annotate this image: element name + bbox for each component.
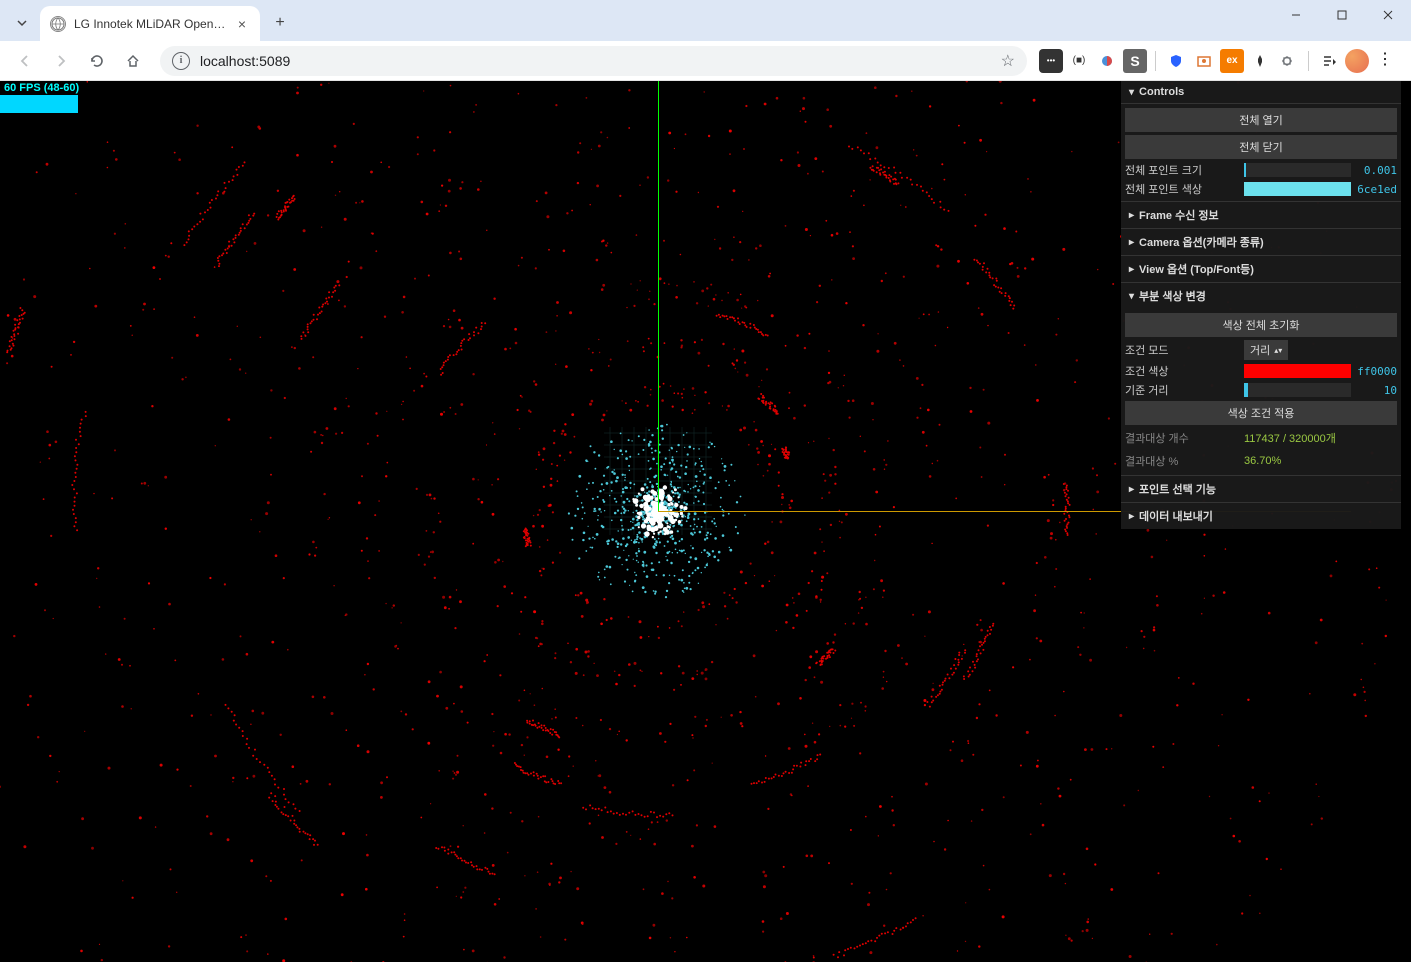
- cond-mode-value: 거리: [1250, 342, 1270, 358]
- new-tab-button[interactable]: +: [266, 9, 294, 37]
- browser-tab-bar: LG Innotek MLiDAR OpenGL V × +: [0, 0, 1411, 41]
- section-label: 데이터 내보내기: [1139, 508, 1213, 524]
- lidar-viewport[interactable]: 60 FPS (48-60) ▾ Controls 전체 열기 전체 닫기 전체…: [0, 81, 1411, 962]
- reload-button[interactable]: [82, 46, 112, 76]
- ref-dist-slider[interactable]: [1244, 383, 1351, 397]
- extension-icon[interactable]: [1192, 49, 1216, 73]
- fps-bar: [0, 95, 78, 113]
- point-color-swatch[interactable]: [1244, 182, 1351, 196]
- window-minimize-button[interactable]: [1273, 0, 1319, 30]
- site-info-icon[interactable]: i: [172, 52, 190, 70]
- cond-color-label: 조건 색상: [1125, 363, 1240, 379]
- extensions-puzzle-icon[interactable]: [1276, 49, 1300, 73]
- cond-color-swatch[interactable]: [1244, 364, 1351, 378]
- section-label: View 옵션 (Top/Font등): [1139, 261, 1254, 277]
- window-maximize-button[interactable]: [1319, 0, 1365, 30]
- point-size-label: 전체 포인트 크기: [1125, 162, 1240, 178]
- axis-y-line: [658, 81, 659, 511]
- back-button[interactable]: [10, 46, 40, 76]
- cond-mode-label: 조건 모드: [1125, 342, 1240, 358]
- extension-icon[interactable]: [1164, 49, 1188, 73]
- chevron-down-icon: ▾: [1129, 291, 1134, 302]
- point-size-slider[interactable]: [1244, 163, 1351, 177]
- result-count-value: 117437 / 320000개: [1244, 430, 1336, 446]
- section-label: Camera 옵션(카메라 종류): [1139, 234, 1264, 250]
- url-text: localhost:5089: [200, 53, 290, 69]
- tab-search-dropdown[interactable]: [8, 9, 36, 37]
- extension-icon[interactable]: ex: [1220, 49, 1244, 73]
- chevron-right-icon: ▸: [1129, 484, 1134, 495]
- controls-title: Controls: [1139, 86, 1184, 98]
- controls-panel: ▾ Controls 전체 열기 전체 닫기 전체 포인트 크기 0.001 전…: [1121, 81, 1401, 529]
- close-icon[interactable]: ×: [234, 16, 250, 32]
- extension-icon[interactable]: [1095, 49, 1119, 73]
- chevron-right-icon: ▸: [1129, 264, 1134, 275]
- fps-meter: 60 FPS (48-60): [0, 81, 83, 113]
- ref-dist-label: 기준 거리: [1125, 382, 1240, 398]
- cond-color-hex[interactable]: ff0000: [1355, 365, 1397, 378]
- window-close-button[interactable]: [1365, 0, 1411, 30]
- fps-text: 60 FPS (48-60): [0, 81, 83, 95]
- browser-toolbar: i localhost:5089 ☆ ••• (■) S ex ⋮: [0, 41, 1411, 81]
- tab-title: LG Innotek MLiDAR OpenGL V: [74, 17, 230, 31]
- extension-icon[interactable]: (■): [1067, 49, 1091, 73]
- globe-icon: [50, 16, 66, 32]
- chevron-right-icon: ▸: [1129, 511, 1134, 522]
- section-frame-info[interactable]: ▸ Frame 수신 정보: [1121, 201, 1401, 228]
- section-data-export[interactable]: ▸ 데이터 내보내기: [1121, 502, 1401, 529]
- section-point-select[interactable]: ▸ 포인트 선택 기능: [1121, 475, 1401, 502]
- result-pct-label: 결과대상 %: [1125, 453, 1240, 469]
- extension-icon[interactable]: S: [1123, 49, 1147, 73]
- chevron-down-icon: ▾: [1129, 87, 1134, 98]
- point-color-hex[interactable]: 6ce1ed: [1355, 183, 1397, 196]
- section-label: 포인트 선택 기능: [1139, 481, 1216, 497]
- home-button[interactable]: [118, 46, 148, 76]
- section-view-options[interactable]: ▸ View 옵션 (Top/Font등): [1121, 255, 1401, 282]
- point-size-value[interactable]: 0.001: [1355, 164, 1397, 177]
- chevron-right-icon: ▸: [1129, 237, 1134, 248]
- pin-icon[interactable]: [1248, 49, 1272, 73]
- close-all-button[interactable]: 전체 닫기: [1125, 135, 1397, 159]
- chevron-right-icon: ▸: [1129, 210, 1134, 221]
- forward-button[interactable]: [46, 46, 76, 76]
- updown-icon: ▴▾: [1274, 346, 1282, 355]
- result-pct-value: 36.70%: [1244, 455, 1281, 467]
- point-color-label: 전체 포인트 색상: [1125, 181, 1240, 197]
- reset-color-button[interactable]: 색상 전체 초기화: [1125, 313, 1397, 337]
- address-bar[interactable]: i localhost:5089 ☆: [160, 46, 1027, 76]
- controls-panel-header[interactable]: ▾ Controls: [1121, 81, 1401, 104]
- apply-color-button[interactable]: 색상 조건 적용: [1125, 401, 1397, 425]
- chrome-menu-icon[interactable]: ⋮: [1373, 49, 1397, 73]
- open-all-button[interactable]: 전체 열기: [1125, 108, 1397, 132]
- media-control-icon[interactable]: [1317, 49, 1341, 73]
- bookmark-star-icon[interactable]: ☆: [1001, 51, 1015, 71]
- section-camera-options[interactable]: ▸ Camera 옵션(카메라 종류): [1121, 228, 1401, 255]
- section-partial-color[interactable]: ▾ 부분 색상 변경: [1121, 282, 1401, 309]
- cond-mode-dropdown[interactable]: 거리 ▴▾: [1244, 340, 1288, 360]
- browser-tab[interactable]: LG Innotek MLiDAR OpenGL V ×: [40, 6, 260, 41]
- result-count-label: 결과대상 개수: [1125, 430, 1240, 446]
- section-label: Frame 수신 정보: [1139, 207, 1219, 223]
- profile-avatar[interactable]: [1345, 49, 1369, 73]
- section-label: 부분 색상 변경: [1139, 288, 1206, 304]
- extension-icon[interactable]: •••: [1039, 49, 1063, 73]
- ref-dist-value[interactable]: 10: [1355, 384, 1397, 397]
